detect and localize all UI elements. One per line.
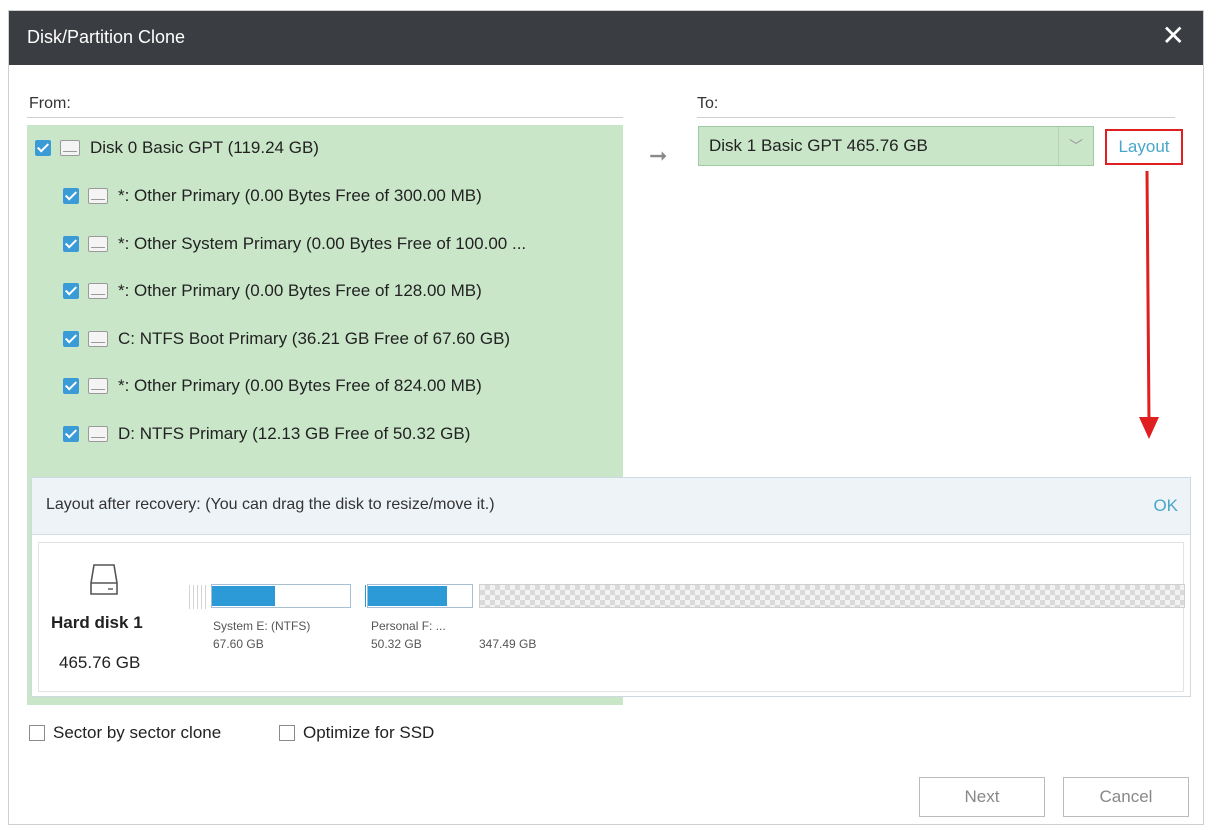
red-annotation-arrow-icon <box>1139 171 1159 439</box>
partition-size: 67.60 GB <box>213 637 264 651</box>
unallocated-block[interactable] <box>479 584 1185 608</box>
layout-panel-title: Layout after recovery: (You can drag the… <box>46 496 495 513</box>
partition-icon <box>88 331 108 347</box>
source-disk-row[interactable]: Disk 0 Basic GPT (119.24 GB) <box>35 133 319 163</box>
chevron-down-icon[interactable]: ﹀ <box>1058 127 1093 165</box>
checkbox-checked-icon[interactable] <box>63 378 79 394</box>
from-label: From: <box>29 95 71 112</box>
checkbox-checked-icon[interactable] <box>63 188 79 204</box>
target-disk-value: Disk 1 Basic GPT 465.76 GB <box>709 136 928 155</box>
partition-icon <box>88 283 108 299</box>
partition-row[interactable]: *: Other Primary (0.00 Bytes Free of 824… <box>63 371 482 401</box>
partition-label: *: Other Primary (0.00 Bytes Free of 300… <box>118 186 482 205</box>
unallocated-size: 347.49 GB <box>479 637 537 651</box>
partition-used-bar <box>212 586 276 606</box>
partition-divider <box>365 585 366 607</box>
hard-disk-size: 465.76 GB <box>59 653 141 672</box>
checkbox-checked-icon[interactable] <box>63 426 79 442</box>
clone-dialog: Disk/Partition Clone ✕ From: Disk 0 Basi… <box>8 10 1204 825</box>
hard-disk-icon <box>90 564 118 595</box>
from-divider <box>27 117 623 118</box>
checkbox-checked-icon[interactable] <box>63 331 79 347</box>
target-disk-select[interactable]: Disk 1 Basic GPT 465.76 GB ﹀ <box>698 126 1094 166</box>
partition-row[interactable]: *: Other Primary (0.00 Bytes Free of 128… <box>63 276 482 306</box>
next-button[interactable]: Next <box>919 777 1045 817</box>
partition-name: Personal F: ... <box>371 619 446 633</box>
dialog-title: Disk/Partition Clone <box>27 27 186 47</box>
partition-icon <box>88 426 108 442</box>
partition-row[interactable]: D: NTFS Primary (12.13 GB Free of 50.32 … <box>63 419 470 449</box>
checkbox-unchecked-icon[interactable] <box>29 725 45 741</box>
title-bar: Disk/Partition Clone ✕ <box>9 11 1203 65</box>
partition-icon <box>88 378 108 394</box>
partition-icon <box>88 188 108 204</box>
checkbox-checked-icon[interactable] <box>63 283 79 299</box>
arrow-right-icon: ➞ <box>649 143 668 168</box>
optimize-ssd-option[interactable]: Optimize for SSD <box>279 723 434 743</box>
partition-label: *: Other Primary (0.00 Bytes Free of 128… <box>118 281 482 300</box>
layout-panel-header: Layout after recovery: (You can drag the… <box>32 478 1190 535</box>
layout-panel: Layout after recovery: (You can drag the… <box>31 477 1191 697</box>
checkbox-unchecked-icon[interactable] <box>279 725 295 741</box>
checkbox-checked-icon[interactable] <box>63 236 79 252</box>
ok-button[interactable]: OK <box>1153 496 1178 516</box>
to-label: To: <box>697 95 719 112</box>
partition-row[interactable]: C: NTFS Boot Primary (36.21 GB Free of 6… <box>63 324 510 354</box>
partition-icon <box>88 236 108 252</box>
sector-by-sector-option[interactable]: Sector by sector clone <box>29 723 221 743</box>
reserved-stripe <box>189 585 209 609</box>
partition-block-system[interactable] <box>211 584 351 608</box>
partition-size: 50.32 GB <box>371 637 422 651</box>
partition-row[interactable]: *: Other Primary (0.00 Bytes Free of 300… <box>63 181 482 211</box>
disk-icon <box>60 140 80 156</box>
sector-by-sector-label: Sector by sector clone <box>53 723 222 742</box>
partition-label: D: NTFS Primary (12.13 GB Free of 50.32 … <box>118 424 471 443</box>
partition-used-bar <box>368 586 448 606</box>
to-divider <box>697 117 1175 118</box>
partition-label: *: Other System Primary (0.00 Bytes Free… <box>118 234 527 253</box>
cancel-button[interactable]: Cancel <box>1063 777 1189 817</box>
partition-label: *: Other Primary (0.00 Bytes Free of 824… <box>118 376 482 395</box>
checkbox-checked-icon[interactable] <box>35 140 51 156</box>
disk-map: Hard disk 1 465.76 GB System E: (NTFS) 6… <box>38 542 1185 692</box>
partition-row[interactable]: *: Other System Primary (0.00 Bytes Free… <box>63 229 526 259</box>
partition-label: C: NTFS Boot Primary (36.21 GB Free of 6… <box>118 329 511 348</box>
layout-link[interactable]: Layout <box>1105 129 1183 165</box>
partition-block-personal[interactable] <box>365 584 473 608</box>
hard-disk-name: Hard disk 1 <box>51 613 143 632</box>
close-icon[interactable]: ✕ <box>1162 21 1185 51</box>
partition-name: System E: (NTFS) <box>213 619 311 633</box>
optimize-ssd-label: Optimize for SSD <box>303 723 435 742</box>
source-disk-label: Disk 0 Basic GPT (119.24 GB) <box>90 138 319 157</box>
